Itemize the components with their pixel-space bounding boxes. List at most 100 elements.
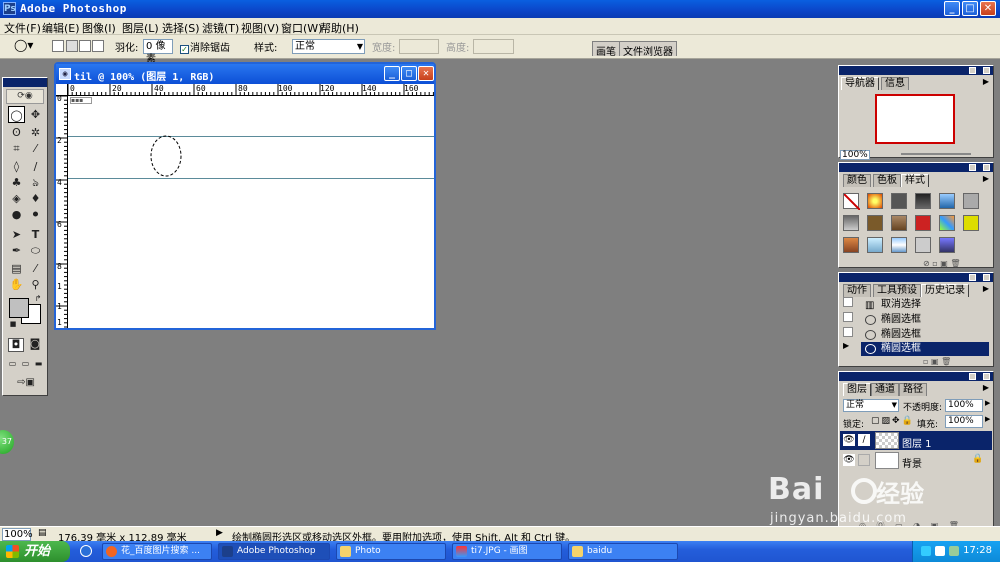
eraser-tool-icon[interactable]: ◈ [8,190,25,207]
blur-tool-icon[interactable]: ● [8,206,25,223]
minimize-button[interactable]: _ [944,1,960,16]
horizontal-ruler[interactable]: 0 20 40 60 80 100 120 140 160 [68,84,434,96]
history-item-selected[interactable]: 椭圆选框 [861,342,989,356]
palette-menu-icon[interactable]: ▶ [983,284,989,293]
history-item[interactable]: 椭圆选框 [861,328,989,342]
tab-color[interactable]: 颜色 [843,174,871,187]
tab-layers[interactable]: 图层 [843,383,871,396]
ellipse-marquee-tool-icon[interactable]: ◯ [8,106,25,123]
vertical-ruler[interactable]: 0 2 4 6 8 1 1 1 [56,96,68,328]
status-arrow-icon[interactable]: ▶ [216,528,223,538]
add-selection-icon[interactable] [66,40,78,52]
subtract-selection-icon[interactable] [79,40,91,52]
style-swatch[interactable] [843,215,859,231]
menu-filter[interactable]: 滤镜(T) [202,20,239,36]
history-item[interactable]: 椭圆选框 [861,313,989,327]
image-canvas[interactable]: ▪▪▪ [68,96,434,328]
close-button[interactable]: ✕ [980,1,996,16]
height-input[interactable] [473,39,514,54]
link-slot[interactable] [858,454,870,466]
history-palette-titlebar[interactable] [839,273,993,282]
floating-ball-widget[interactable]: 37 [0,430,14,454]
zoom-tool-icon[interactable]: ⚲ [27,276,44,293]
palette-minimize-icon[interactable] [969,373,976,380]
tab-brushes[interactable]: 画笔 [592,41,620,58]
menu-help[interactable]: 帮助(H) [320,20,359,36]
palette-minimize-icon[interactable] [969,67,976,74]
document-info-icon[interactable]: ▤ [38,528,47,538]
eye-icon[interactable]: 👁 [843,454,855,466]
quicklaunch-ie-icon[interactable] [80,545,92,557]
tab-history[interactable]: 历史记录 [921,284,969,297]
palette-close-icon[interactable] [983,164,990,171]
tab-channels[interactable]: 通道 [871,383,899,396]
type-tool-icon[interactable]: T [27,226,44,243]
brush-link-icon[interactable]: ∕ [858,434,870,446]
tab-actions[interactable]: 动作 [843,284,871,297]
history-item[interactable]: ▥ 取消选择 [861,298,989,312]
style-swatch[interactable] [891,237,907,253]
blend-mode-select[interactable]: 正常 ▼ [843,399,899,412]
quickmask-mode-icon[interactable]: ◙ [27,338,43,352]
toolbox-titlebar[interactable] [3,78,47,87]
layers-palette-titlebar[interactable] [839,372,993,381]
style-swatch[interactable] [891,193,907,209]
history-checkbox[interactable] [843,312,853,322]
style-swatch[interactable] [939,215,955,231]
palette-close-icon[interactable] [983,373,990,380]
lock-options-icons[interactable]: ▢▨✥🔒 [871,416,915,426]
paint-bucket-icon[interactable]: ♦ [27,190,44,207]
foreground-color-swatch[interactable] [9,298,29,318]
style-swatch[interactable] [915,193,931,209]
restore-button[interactable]: □ [962,1,978,16]
lasso-tool-icon[interactable]: ʘ [8,124,25,141]
palette-menu-icon[interactable]: ▶ [983,174,989,183]
menu-file[interactable]: 文件(F) [4,20,41,36]
slice-tool-icon[interactable]: ⁄ [27,140,44,157]
style-swatch[interactable] [867,237,883,253]
antialias-checkbox[interactable]: ✓ 消除锯齿 [180,39,230,54]
eye-icon[interactable]: 👁 [843,434,855,446]
tab-tool-presets[interactable]: 工具预设 [873,284,921,297]
navigator-zoom-input[interactable]: 100% [840,150,870,160]
palette-menu-icon[interactable]: ▶ [983,77,989,86]
doc-close-button[interactable]: ✕ [418,66,434,81]
style-none[interactable] [843,193,861,211]
menu-view[interactable]: 视图(V) [241,20,279,36]
menu-window[interactable]: 窗口(W) [281,20,322,36]
default-colors-icon[interactable]: ■ [9,320,17,328]
history-brush-icon[interactable]: ঌ [27,174,44,191]
notes-tool-icon[interactable]: ▤ [8,260,25,277]
task-browser[interactable]: 花_百度图片搜索 ... [102,543,212,560]
screen-mode-full-menu-icon[interactable]: ▭ [20,358,31,370]
move-tool-icon[interactable]: ✥ [27,106,44,123]
path-selection-icon[interactable]: ➤ [8,226,25,243]
standard-mode-icon[interactable]: ◘ [8,338,24,352]
navigator-preview[interactable] [875,94,955,144]
clone-stamp-icon[interactable]: ♣ [8,174,25,191]
task-baidu-folder[interactable]: baidu [568,543,678,560]
style-swatch[interactable] [843,237,859,253]
doc-minimize-button[interactable]: _ [384,66,400,81]
swap-colors-icon[interactable]: ↱ [33,294,43,304]
fill-arrow-icon[interactable]: ▶ [985,415,990,423]
dodge-tool-icon[interactable]: ⚫ [27,206,44,223]
task-paint[interactable]: ti7.JPG - 画图 [452,543,562,560]
tab-info[interactable]: 信息 [881,77,909,90]
hand-tool-icon[interactable]: ✋ [8,276,25,293]
style-swatch[interactable] [915,237,931,253]
style-swatch[interactable] [915,215,931,231]
new-style-icon[interactable]: ⊘ ▫ ▣ 🗑 [923,259,960,268]
tab-swatches[interactable]: 色板 [873,174,901,187]
opacity-arrow-icon[interactable]: ▶ [985,399,990,407]
palette-close-icon[interactable] [983,67,990,74]
horizontal-guide[interactable] [68,178,434,179]
ruler-origin[interactable] [56,84,68,96]
healing-brush-icon[interactable]: ◊ [8,158,25,175]
feather-input[interactable]: 0 像素 [143,39,173,65]
status-zoom-input[interactable]: 100% [2,528,33,541]
opacity-input[interactable]: 100% [945,399,983,412]
new-selection-icon[interactable] [52,40,64,52]
menu-edit[interactable]: 编辑(E) [42,20,80,36]
intersect-selection-icon[interactable] [92,40,104,52]
